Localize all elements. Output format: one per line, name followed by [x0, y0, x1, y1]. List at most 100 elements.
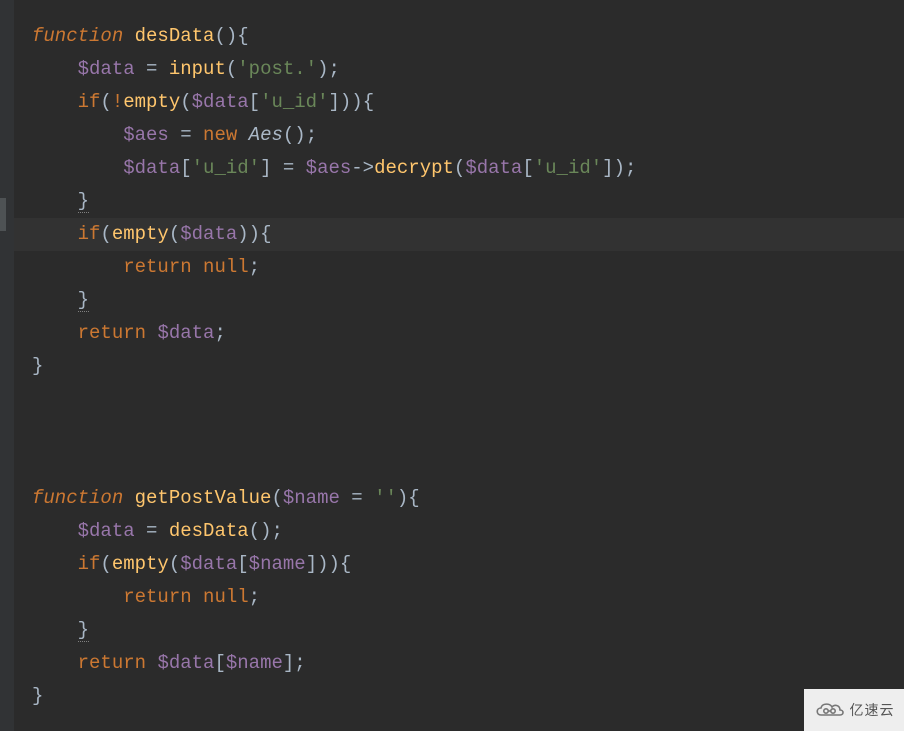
code-line[interactable]: return null;: [32, 256, 260, 278]
code-editor[interactable]: function desData(){ $data = input('post.…: [14, 0, 904, 731]
code-token: [: [214, 652, 225, 674]
code-token: );: [317, 58, 340, 80]
code-token: [237, 124, 248, 146]
code-token: }: [32, 685, 43, 707]
code-token: (: [271, 487, 282, 509]
code-token: ;: [214, 322, 225, 344]
code-token: ();: [283, 124, 317, 146]
code-token: empty: [123, 91, 180, 113]
code-line[interactable]: if(empty($data[$name])){: [32, 553, 351, 575]
code-line[interactable]: if(!empty($data['u_id'])){: [32, 91, 374, 113]
code-token: [32, 553, 78, 575]
code-line[interactable]: function getPostValue($name = ''){: [32, 487, 420, 509]
code-line[interactable]: function desData(){: [32, 25, 249, 47]
code-token: ;: [249, 256, 260, 278]
code-token: (: [454, 157, 465, 179]
code-token: (: [169, 223, 180, 245]
code-token: empty: [112, 223, 169, 245]
code-line[interactable]: if(empty($data)){: [32, 223, 271, 245]
code-line[interactable]: }: [32, 685, 43, 707]
code-token: [32, 289, 78, 311]
code-token: $data: [180, 553, 237, 575]
code-token: getPostValue: [135, 487, 272, 509]
code-token: new: [203, 124, 237, 146]
watermark: 亿速云: [804, 689, 904, 731]
code-line[interactable]: $aes = new Aes();: [32, 124, 317, 146]
code-token: $aes: [306, 157, 352, 179]
code-token: [32, 223, 78, 245]
code-line[interactable]: return $data;: [32, 322, 226, 344]
code-token: $name: [226, 652, 283, 674]
code-token: [146, 322, 157, 344]
code-token: if: [78, 223, 101, 245]
code-line[interactable]: return $data[$name];: [32, 652, 306, 674]
code-token: [: [522, 157, 533, 179]
code-line[interactable]: }: [32, 619, 89, 642]
code-token: $data: [123, 157, 180, 179]
code-token: (: [180, 91, 191, 113]
code-line[interactable]: $data = input('post.');: [32, 58, 340, 80]
code-token: =: [135, 520, 169, 542]
code-token: ])){: [329, 91, 375, 113]
code-token: $data: [157, 322, 214, 344]
code-token: }: [78, 289, 89, 312]
code-token: [32, 58, 78, 80]
code-token: ] =: [260, 157, 306, 179]
code-token: ();: [249, 520, 283, 542]
code-token: [32, 91, 78, 113]
code-line[interactable]: }: [32, 289, 89, 312]
code-line[interactable]: $data['u_id'] = $aes->decrypt($data['u_i…: [32, 157, 636, 179]
code-token: desData: [135, 25, 215, 47]
code-token: (){: [214, 25, 248, 47]
code-content[interactable]: function desData(){ $data = input('post.…: [14, 0, 904, 713]
code-token: return: [123, 256, 191, 278]
code-token: [: [237, 553, 248, 575]
code-token: $data: [157, 652, 214, 674]
code-token: function: [32, 25, 123, 47]
code-token: $data: [78, 520, 135, 542]
code-token: ;: [249, 586, 260, 608]
code-line[interactable]: }: [32, 355, 43, 377]
code-token: [123, 25, 134, 47]
code-token: 'u_id': [192, 157, 260, 179]
code-token: $name: [249, 553, 306, 575]
code-token: if: [78, 553, 101, 575]
cloud-logo-icon: [814, 701, 846, 719]
code-token: $data: [78, 58, 135, 80]
code-token: [192, 586, 203, 608]
code-token: [32, 190, 78, 212]
code-token: [: [180, 157, 191, 179]
code-token: [146, 652, 157, 674]
code-token: }: [78, 619, 89, 642]
code-token: )){: [237, 223, 271, 245]
code-token: }: [32, 355, 43, 377]
code-token: =: [135, 58, 169, 80]
code-token: null: [203, 256, 249, 278]
code-token: return: [78, 322, 146, 344]
code-line[interactable]: }: [32, 190, 89, 213]
code-token: [32, 520, 78, 542]
code-token: =: [340, 487, 374, 509]
code-token: ){: [397, 487, 420, 509]
code-token: [32, 619, 78, 641]
editor-gutter: [0, 0, 14, 731]
code-token: 'post.': [237, 58, 317, 80]
code-token: (: [100, 223, 111, 245]
code-token: [32, 124, 123, 146]
code-token: [32, 652, 78, 674]
code-token: 'u_id': [534, 157, 602, 179]
code-token: $data: [180, 223, 237, 245]
code-token: Aes: [249, 124, 283, 146]
code-token: (: [226, 58, 237, 80]
code-token: '': [374, 487, 397, 509]
code-line[interactable]: $data = desData();: [32, 520, 283, 542]
code-token: empty: [112, 553, 169, 575]
code-line[interactable]: return null;: [32, 586, 260, 608]
code-token: [123, 487, 134, 509]
code-token: ];: [283, 652, 306, 674]
code-token: [32, 586, 123, 608]
code-token: [32, 256, 123, 278]
code-token: $name: [283, 487, 340, 509]
code-token: [32, 322, 78, 344]
code-token: ->: [351, 157, 374, 179]
